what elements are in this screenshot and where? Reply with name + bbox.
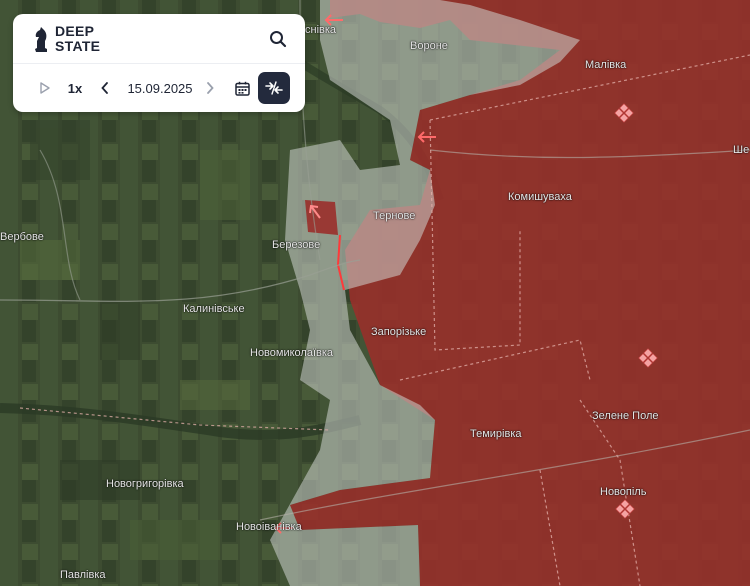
deepstate-logo[interactable]: DEEP STATE [33,22,100,56]
play-icon [40,82,50,94]
calendar-icon [234,81,250,96]
place-label-novoivanivka: Новоіванівка [236,521,302,533]
chevron-right-icon [207,82,214,94]
knight-logo-icon [33,25,49,53]
place-label-zaporizke: Запорізьке [371,326,427,338]
place-label-temyrivka: Темирівка [470,428,522,440]
place-label-pavlivka: Павлівка [60,569,106,581]
logo-text-line1: DEEP [55,23,95,39]
place-label-zelene-pole: Зелене Поле [592,410,659,422]
control-panel: DEEP STATE 1x 15.09.2025 [13,14,305,112]
place-label-novohryhorivka: Новогригорівка [106,478,184,490]
calendar-button[interactable] [233,72,251,104]
place-label-novopil: Новопіль [600,486,647,498]
place-label-berezove: Березове [272,239,321,251]
timeline-controls: 1x 15.09.2025 [13,72,305,104]
place-label-komyshuvakha: Комишуваха [508,191,572,203]
chevron-left-icon [101,82,108,94]
place-label-sivka: снівка [305,24,337,36]
place-label-she: Ше [733,144,750,156]
place-label-kalynivske: Калинівське [183,303,245,315]
place-label-novomykolaivka: Новомиколаївка [250,347,334,359]
previous-date-button[interactable] [97,72,113,104]
compare-button[interactable] [258,72,290,104]
date-display[interactable]: 15.09.2025 [121,72,199,104]
speed-button[interactable]: 1x [64,72,86,104]
place-label-verbove: Вербове [0,231,44,243]
place-label-ternove: Тернове [373,210,416,222]
compare-swap-icon [265,81,283,95]
logo-text-line2: STATE [55,38,101,54]
place-label-malivka: Малівка [585,59,627,71]
search-icon[interactable] [269,30,287,48]
play-button[interactable] [35,72,55,104]
panel-divider [13,63,305,64]
place-label-voronove: Вороне [410,40,448,52]
occupied-pocket [305,200,338,235]
next-date-button[interactable] [202,72,218,104]
